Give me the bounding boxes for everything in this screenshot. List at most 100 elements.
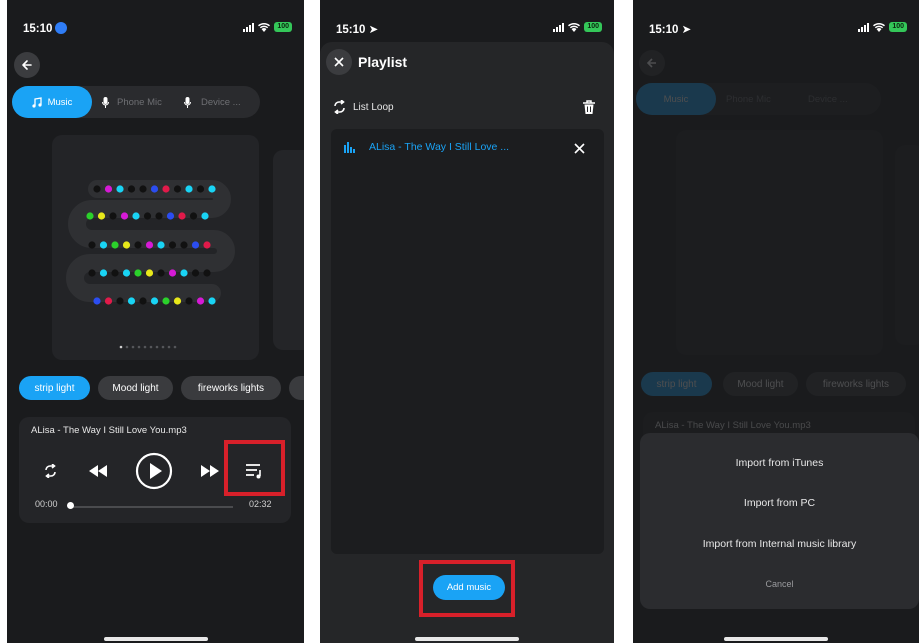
battery-icon: 100 — [274, 22, 292, 32]
progress-knob[interactable] — [67, 502, 74, 509]
tab-strip-light[interactable]: strip light — [19, 376, 90, 400]
tab-mood-light[interactable]: Mood light — [98, 376, 173, 400]
list-item[interactable]: ALisa - The Way I Still Love ... — [331, 129, 604, 167]
led-dot — [88, 241, 96, 249]
rewind-icon — [89, 465, 107, 477]
remove-track-icon[interactable] — [574, 143, 585, 154]
source-device-tab: Device ... — [808, 93, 848, 105]
led-dot — [116, 185, 124, 193]
led-dot — [157, 241, 165, 249]
led-dot — [166, 212, 175, 220]
led-dot — [134, 241, 142, 249]
repeat-icon — [44, 464, 56, 478]
led-dot — [93, 185, 101, 193]
led-dot — [109, 212, 117, 220]
cancel-button[interactable]: Cancel — [640, 579, 919, 589]
led-dot — [93, 297, 101, 305]
next-button[interactable] — [197, 460, 223, 482]
import-pc-option[interactable]: Import from PC — [640, 497, 919, 509]
led-dot — [180, 241, 188, 249]
total-time: 02:32 — [249, 499, 272, 509]
led-dot — [86, 212, 94, 220]
led-dot — [201, 212, 209, 220]
led-dot — [191, 241, 200, 249]
led-dot — [88, 269, 96, 277]
signal-icon — [243, 22, 255, 32]
source-music-tab[interactable]: Music — [12, 86, 92, 118]
led-dot — [139, 297, 147, 305]
home-indicator — [724, 637, 828, 641]
page-indicator-dot — [155, 345, 159, 349]
page-indicator-dot — [173, 345, 177, 349]
now-playing-title: ALisa - The Way I Still Love You.mp3 — [31, 425, 187, 436]
battery-icon: 100 — [584, 22, 602, 32]
led-dot — [155, 212, 163, 220]
led-dot — [120, 212, 129, 220]
led-dot — [145, 241, 154, 249]
page-indicator-dot — [137, 345, 141, 349]
led-dot — [134, 269, 142, 277]
tab-strip-light: strip light — [641, 372, 712, 396]
track-name: ALisa - The Way I Still Love ... — [369, 141, 510, 153]
led-dot — [122, 269, 131, 277]
next-effect-card[interactable] — [273, 150, 304, 350]
effect-preview-card[interactable] — [52, 135, 259, 360]
page-indicator-dot — [131, 345, 135, 349]
wifi-icon — [258, 22, 271, 32]
led-dot — [132, 212, 140, 220]
led-dot — [111, 241, 119, 249]
source-device-tab[interactable]: Device ... — [184, 86, 241, 118]
led-dot — [150, 185, 159, 193]
page-indicator-dot — [125, 345, 129, 349]
source-device-label: Device ... — [201, 96, 241, 108]
tab-fireworks-lights: fireworks lights — [806, 372, 906, 396]
led-dot — [208, 185, 216, 193]
led-dot — [196, 297, 205, 305]
import-action-sheet: Import from iTunes Import from PC Import… — [640, 433, 919, 609]
led-dot — [203, 269, 211, 277]
status-bar: 15:10 ➤ 100 — [320, 22, 614, 36]
arrow-left-icon — [22, 60, 32, 70]
led-dot — [168, 241, 177, 249]
source-phone-mic-label: Phone Mic — [117, 96, 162, 108]
screen-import-music: 15:10 ➤ 100 Music Phone Mic Device ... s… — [633, 0, 919, 643]
loop-mode-toggle[interactable]: List Loop — [332, 100, 394, 114]
music-note-icon — [31, 96, 42, 108]
arrow-left-icon — [646, 58, 656, 68]
led-dot — [191, 269, 200, 277]
play-button[interactable] — [134, 451, 174, 491]
led-dot — [162, 297, 170, 305]
highlight-box — [419, 560, 515, 617]
play-icon — [135, 452, 173, 490]
status-icons: 100 — [553, 22, 602, 32]
led-dot — [168, 269, 177, 277]
previous-button[interactable] — [85, 460, 111, 482]
delete-all-button[interactable] — [582, 100, 596, 120]
back-button[interactable] — [14, 52, 40, 78]
repeat-button[interactable] — [39, 460, 61, 482]
led-dot — [173, 185, 182, 193]
status-time: 15:10 ➤ — [336, 24, 379, 36]
led-dot — [208, 297, 216, 305]
tab-more[interactable] — [289, 376, 304, 400]
led-dot — [185, 297, 193, 305]
page-indicator-dot — [167, 345, 171, 349]
next-effect-card — [895, 145, 919, 345]
led-dot — [97, 212, 106, 220]
highlight-box — [224, 440, 285, 496]
import-internal-library-option[interactable]: Import from Internal music library — [640, 538, 919, 550]
import-itunes-option[interactable]: Import from iTunes — [640, 457, 919, 469]
led-dot — [145, 269, 154, 277]
tab-fireworks-lights[interactable]: fireworks lights — [181, 376, 281, 400]
led-dot — [139, 185, 147, 193]
close-button[interactable] — [326, 49, 352, 75]
signal-icon — [553, 22, 565, 32]
microphone-icon — [102, 96, 109, 108]
led-dot — [99, 241, 108, 249]
progress-track[interactable] — [73, 506, 233, 508]
led-strip-preview — [66, 180, 235, 349]
source-phone-mic-tab[interactable]: Phone Mic — [102, 86, 162, 118]
back-button — [639, 50, 665, 76]
playlist-title: Playlist — [358, 54, 408, 70]
source-music-tab: Music — [636, 83, 716, 115]
